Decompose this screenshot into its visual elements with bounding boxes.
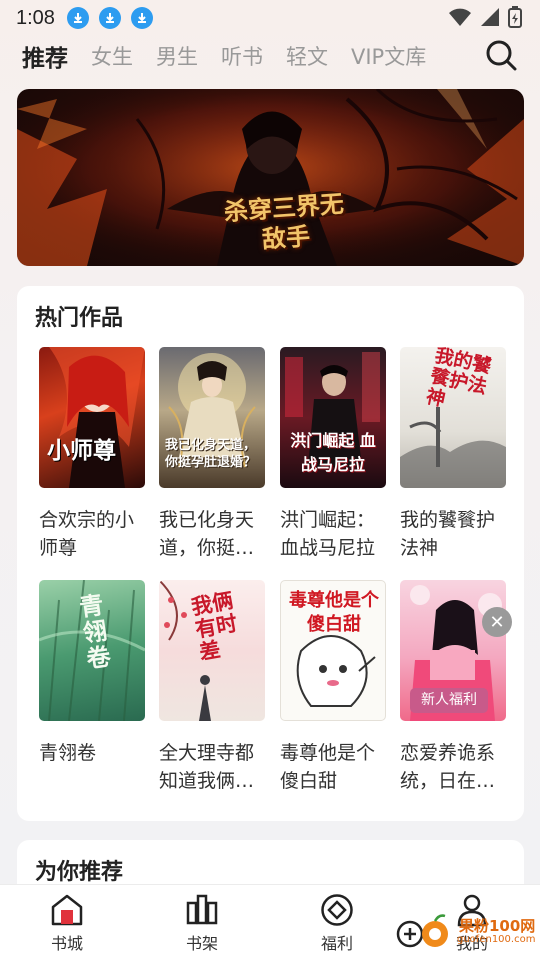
book-cover: 小师尊 [39,347,145,488]
book-card[interactable]: 青翎卷 青翎卷 [39,580,145,767]
nav-item-bookstore[interactable]: 书城 [27,893,107,954]
tab-male[interactable]: 男生 [156,41,198,71]
section-title: 热门作品 [35,306,124,331]
book-card[interactable]: 小师尊 合欢宗的小师尊 [39,347,145,562]
status-right-icons [448,6,522,28]
close-icon[interactable]: ✕ [482,607,512,637]
book-card[interactable]: 我已化身天道，你挺孕肚退婚？ 我已化身天道，你挺… [159,347,265,562]
cover-title: 洪门崛起 血战马尼拉 [290,431,376,474]
download-icon [66,7,89,29]
book-cover: 毒尊他是个傻白甜 [280,580,386,721]
book-cover: 我的饕餮护法神 [400,347,506,488]
wifi-icon [449,8,471,26]
download-icon [130,7,153,29]
cover-title: 毒尊他是个傻白甜 [289,590,379,635]
book-card[interactable]: 我的饕餮护法神 我的饕餮护法神 [400,347,506,562]
cover-title: 我俩有时差 [189,587,239,665]
tab-light-novel[interactable]: 轻文 [286,41,328,71]
nav-item-bookshelf[interactable]: 书架 [162,893,242,954]
book-card[interactable]: 我俩有时差 全大理寺都知道我俩… [159,580,265,795]
book-cover: 青翎卷 [39,580,145,721]
watermark-text: 果粉100网 [459,916,536,935]
book-card[interactable]: 洪门崛起 血战马尼拉 洪门崛起：血战马尼拉 [280,347,386,562]
book-title: 全大理寺都知道我俩… [159,742,255,792]
download-icon [98,7,121,29]
book-cover: 洪门崛起 血战马尼拉 [280,347,386,488]
diamond-icon [321,894,353,926]
cover-title: 小师尊 [47,437,116,464]
book-title: 恋爱养诡系统，日在… [400,742,496,792]
promo-banner[interactable]: 杀穿三界无敌手 [17,89,524,266]
welfare-badge[interactable]: 新人福利 [410,688,488,713]
status-time: 1:08 [16,6,55,29]
section-title: 为你推荐 [35,860,124,885]
book-card[interactable]: 毒尊他是个傻白甜 毒尊他是个傻白甜 [280,580,386,795]
nav-item-welfare[interactable]: 福利 [297,893,377,954]
battery-charging-icon [508,6,522,28]
nav-label: 书架 [185,934,218,953]
book-title: 洪门崛起：血战马尼拉 [280,509,376,559]
tab-female[interactable]: 女生 [91,41,133,71]
watermark-logo-icon [396,914,448,948]
tab-recommend[interactable]: 推荐 [22,39,68,73]
watermark: 果粉100网 guofen100.com [395,912,535,950]
book-title: 青翎卷 [39,742,97,764]
watermark-text-block: 果粉100网 guofen100.com [457,918,535,945]
book-title: 毒尊他是个傻白甜 [280,742,376,792]
status-bar: 1:08 [0,0,540,36]
book-title: 我的饕餮护法神 [400,509,496,559]
bookshelf-icon [186,894,218,925]
nav-label: 书城 [50,934,83,953]
search-icon[interactable] [484,38,518,72]
cover-title: 我已化身天道，你挺孕肚退婚？ [165,438,257,470]
watermark-sub: guofen100.com [457,933,536,945]
home-icon [51,894,83,926]
hot-works-section: 热门作品 小师尊 合欢宗的小师尊 我已化身天道，你挺孕肚退婚？ 我已化身天道，你… [17,286,524,821]
book-cover: 我已化身天道，你挺孕肚退婚？ [159,347,265,488]
tab-audiobook[interactable]: 听书 [221,41,263,71]
book-cover: 我俩有时差 [159,580,265,721]
tab-vip-library[interactable]: VIP文库 [351,41,426,71]
book-title: 我已化身天道，你挺… [159,509,255,559]
category-tabs: 推荐 女生 男生 听书 轻文 VIP文库 [0,36,540,76]
book-title: 合欢宗的小师尊 [39,509,135,559]
banner-title: 杀穿三界无敌手 [223,188,345,254]
nav-label: 福利 [320,934,353,953]
signal-icon [481,8,499,26]
